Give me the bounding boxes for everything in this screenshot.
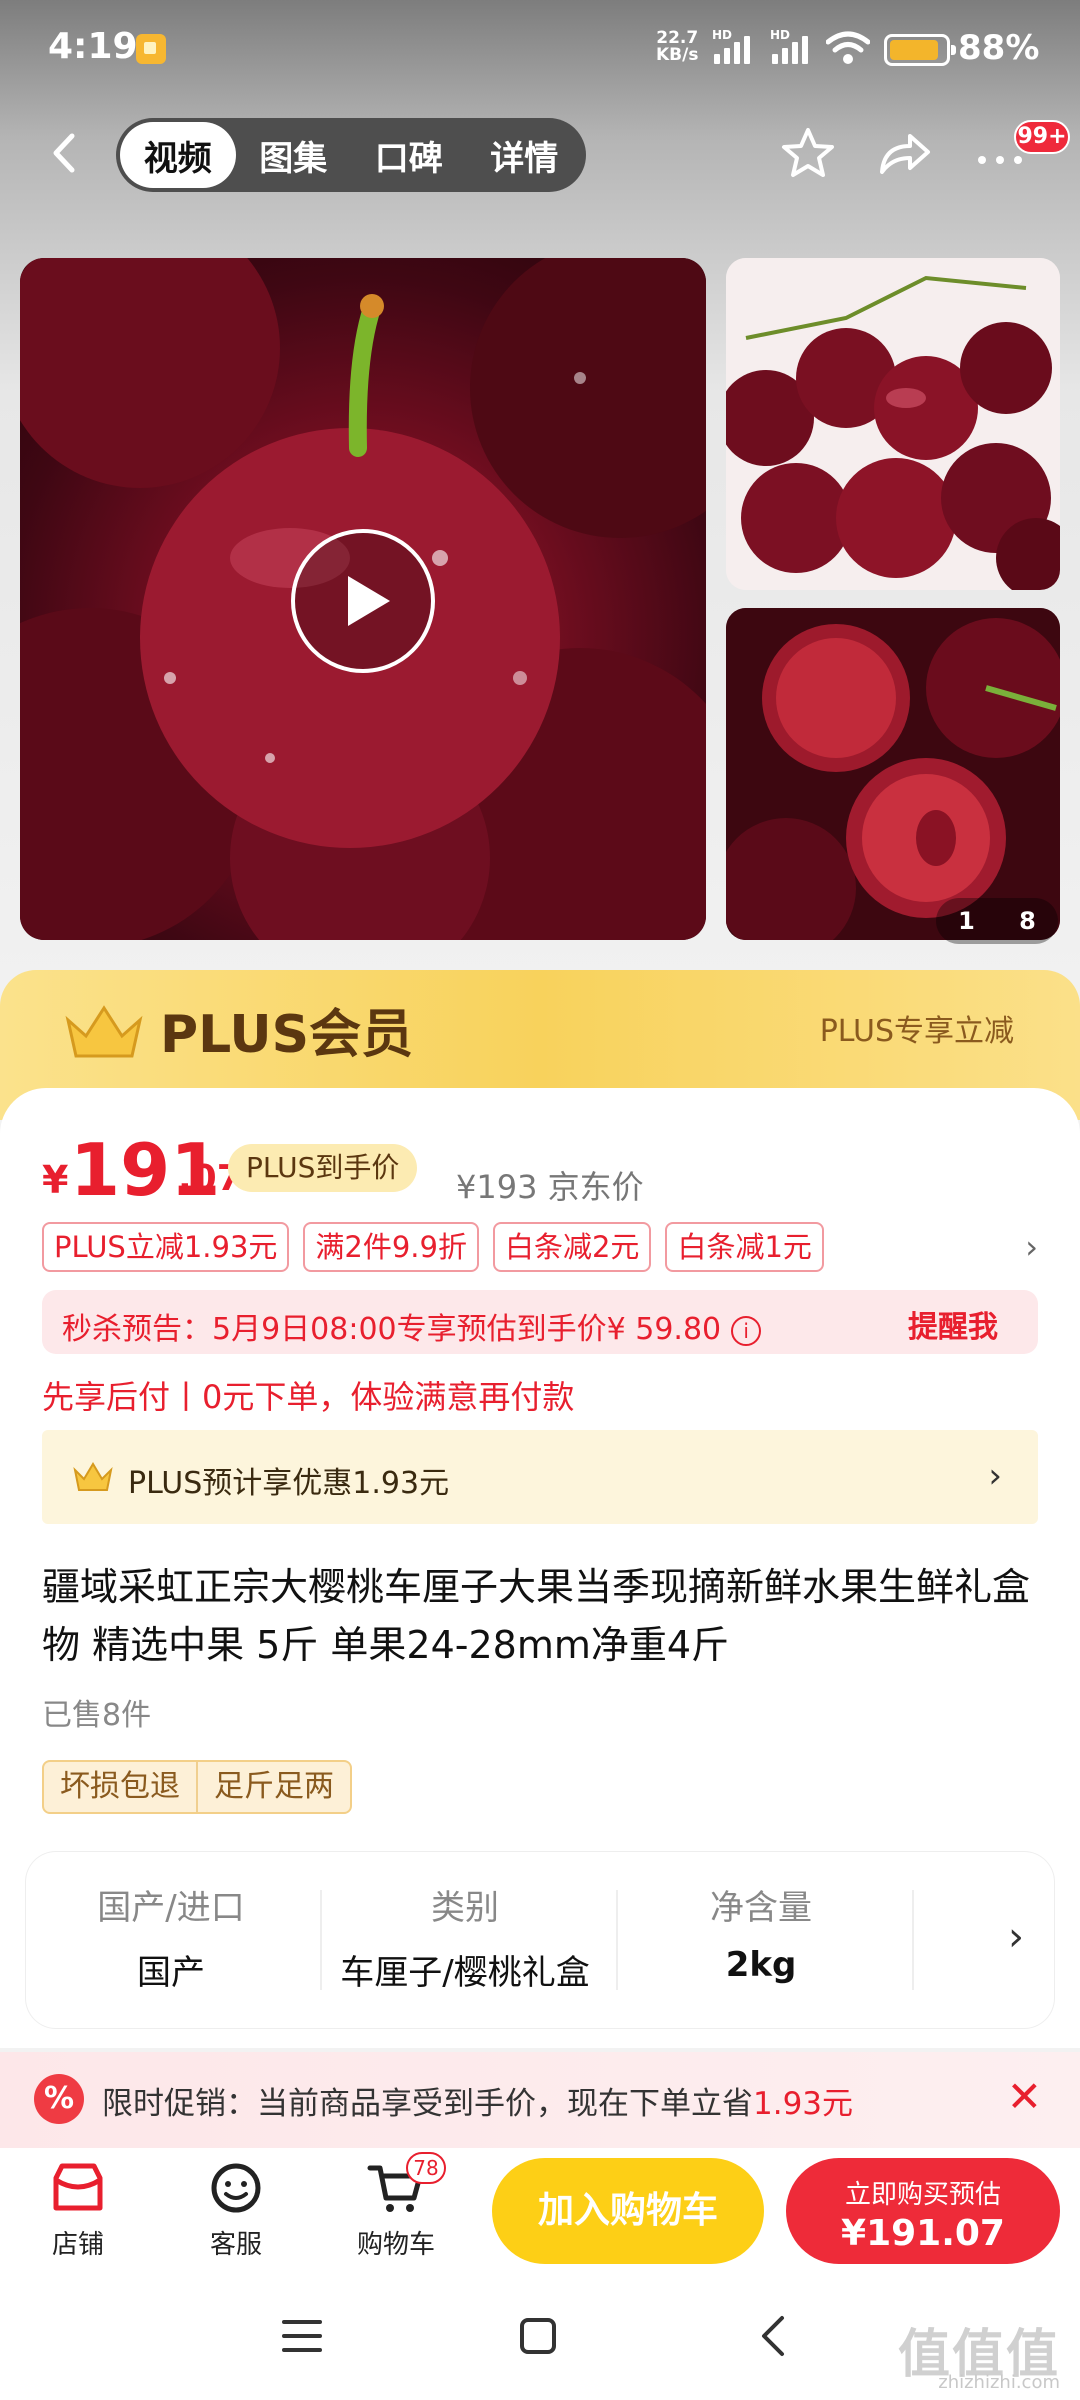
network-speed-unit: KB/s bbox=[656, 45, 699, 65]
customer-service-button[interactable]: 客服 bbox=[176, 2160, 296, 2261]
badge-full-weight: 足斤足两 bbox=[196, 1762, 350, 1812]
sold-count: 已售8件 bbox=[42, 1698, 152, 1733]
bottom-action-bar: 店铺 客服 购物车 78 加入购物车 立即购买预估 ¥191.07 bbox=[0, 2148, 1080, 2278]
close-icon[interactable]: ✕ bbox=[1007, 2072, 1042, 2121]
tab-details[interactable]: 详情 bbox=[467, 122, 583, 188]
spec-value: 2kg bbox=[725, 1945, 797, 1985]
spec-origin: 国产/进口 国产 bbox=[26, 1852, 316, 2028]
network-speed: 22.7 KB/s bbox=[656, 30, 698, 64]
flash-sale-notice: 秒杀预告：5月9日08:00专享预估到手价¥ 59.80 i 提醒我 bbox=[42, 1290, 1038, 1354]
watermark-url: zhizhizhi.com bbox=[938, 2372, 1060, 2393]
coupon-list[interactable]: PLUS立减1.93元 满2件9.9折 白条减2元 白条减1元 bbox=[42, 1222, 824, 1272]
crown-icon bbox=[73, 1462, 113, 1491]
back-icon[interactable] bbox=[40, 128, 90, 178]
main-product-video[interactable] bbox=[20, 258, 706, 940]
info-icon[interactable]: i bbox=[731, 1315, 762, 1346]
back-nav-icon[interactable] bbox=[752, 2314, 796, 2358]
favorite-star-icon[interactable] bbox=[778, 124, 838, 184]
spec-value: 车厘子/樱桃礼盒 bbox=[340, 1953, 590, 1993]
store-label: 店铺 bbox=[51, 2230, 104, 2260]
coupon-item[interactable]: 白条减2元 bbox=[492, 1222, 652, 1272]
coupon-item[interactable]: 白条减1元 bbox=[665, 1222, 824, 1272]
status-time: 4:19 bbox=[48, 26, 138, 67]
service-face-icon bbox=[211, 2163, 261, 2213]
share-icon[interactable] bbox=[874, 124, 934, 184]
message-badge: 99+ bbox=[1014, 120, 1070, 154]
plus-savings-row[interactable]: PLUS预计享优惠1.93元 › bbox=[42, 1430, 1038, 1524]
spec-label: 净含量 bbox=[710, 1888, 812, 1928]
spec-value: 国产 bbox=[137, 1953, 205, 1993]
chevron-right-icon: › bbox=[988, 1456, 1002, 1496]
buy-now-button[interactable]: 立即购买预估 ¥191.07 bbox=[786, 2158, 1060, 2264]
home-icon[interactable] bbox=[516, 2314, 560, 2358]
remind-me-button[interactable]: 提醒我 bbox=[908, 1302, 998, 1346]
cherry-bunch-image bbox=[726, 258, 1060, 590]
buy-now-price: ¥191.07 bbox=[841, 2213, 1005, 2254]
jd-price: ¥193 京东价 bbox=[456, 1168, 644, 1206]
gallery-counter: 1 8 bbox=[936, 898, 1058, 944]
chevron-right-icon[interactable]: › bbox=[1008, 1914, 1024, 1960]
tab-gallery[interactable]: 图集 bbox=[236, 122, 352, 188]
buy-now-label: 立即购买预估 bbox=[844, 2180, 1001, 2210]
store-button[interactable]: 店铺 bbox=[18, 2160, 138, 2261]
spec-label: 国产/进口 bbox=[97, 1888, 245, 1928]
coupon-item[interactable]: 满2件9.9折 bbox=[303, 1222, 479, 1272]
promo-text: 限时促销：当前商品享受到手价，现在下单立省1.93元 bbox=[102, 2086, 854, 2122]
gallery-current: 1 bbox=[958, 907, 975, 935]
spec-summary[interactable]: 国产/进口 国产 类别 车厘子/樱桃礼盒 净含量 2kg › bbox=[26, 1852, 1054, 2028]
status-bar: 4:19 22.7 KB/s HD HD 88% bbox=[0, 0, 1080, 100]
service-badges[interactable]: 坏损包退 足斤足两 bbox=[42, 1760, 352, 1814]
store-icon bbox=[53, 2163, 103, 2211]
badge-damage-refund: 坏损包退 bbox=[60, 1769, 180, 1804]
spec-net-weight: 净含量 2kg bbox=[616, 1852, 906, 2028]
pay-later-text[interactable]: 先享后付丨0元下单，体验满意再付款 bbox=[42, 1372, 574, 1418]
gallery-total: 8 bbox=[1019, 907, 1036, 935]
signal-icon-2 bbox=[772, 34, 816, 64]
spec-category: 类别 车厘子/樱桃礼盒 bbox=[320, 1852, 610, 2028]
promo-amount: 1.93元 bbox=[753, 2086, 854, 2122]
coupon-more-chevron-icon[interactable]: › bbox=[1025, 1228, 1038, 1266]
signal-icon bbox=[714, 34, 758, 64]
discount-icon: % bbox=[34, 2074, 84, 2124]
tab-reviews[interactable]: 口碑 bbox=[351, 122, 467, 188]
crown-icon bbox=[65, 1005, 143, 1058]
play-icon[interactable] bbox=[290, 528, 436, 674]
wifi-icon bbox=[826, 31, 870, 64]
cart-button[interactable]: 购物车 78 bbox=[336, 2152, 456, 2261]
cart-label: 购物车 bbox=[356, 2230, 435, 2260]
plus-title: PLUS会员 bbox=[160, 1005, 414, 1065]
battery-percent: 88% bbox=[958, 28, 1040, 68]
service-label: 客服 bbox=[209, 2230, 262, 2260]
plus-exclusive-discount: PLUS专享立减 bbox=[819, 1014, 1014, 1049]
flash-sale-text: 秒杀预告：5月9日08:00专享预估到手价¥ 59.80 i bbox=[62, 1304, 762, 1348]
media-tabs: 视频 图集 口碑 详情 bbox=[116, 118, 586, 192]
product-title: 疆域采虹正宗大樱桃车厘子大果当季现摘新鲜水果生鲜礼盒物 精选中果 5斤 单果24… bbox=[42, 1565, 1031, 1667]
spec-label: 类别 bbox=[431, 1888, 499, 1928]
top-nav: 视频 图集 口碑 详情 99+ bbox=[0, 110, 1080, 200]
battery-icon bbox=[884, 34, 956, 66]
plus-price-tag: PLUS到手价 bbox=[228, 1144, 418, 1192]
cherry-halves-image bbox=[726, 608, 1060, 940]
notification-app-icon bbox=[136, 34, 166, 64]
price-currency: ¥ bbox=[42, 1158, 69, 1202]
gallery-thumbnail-2[interactable] bbox=[726, 608, 1060, 940]
limited-promo-bar[interactable]: % 限时促销：当前商品享受到手价，现在下单立省1.93元 ✕ bbox=[0, 2052, 1080, 2148]
coupon-item[interactable]: PLUS立减1.93元 bbox=[42, 1222, 290, 1272]
gallery-thumbnail-1[interactable] bbox=[726, 258, 1060, 590]
plus-savings-text: PLUS预计享优惠1.93元 bbox=[128, 1466, 450, 1501]
add-to-cart-button[interactable]: 加入购物车 bbox=[492, 2158, 764, 2264]
divider bbox=[912, 1890, 914, 1990]
tab-video[interactable]: 视频 bbox=[120, 122, 236, 188]
menu-icon[interactable] bbox=[280, 2314, 324, 2358]
cart-count-badge: 78 bbox=[406, 2152, 446, 2184]
